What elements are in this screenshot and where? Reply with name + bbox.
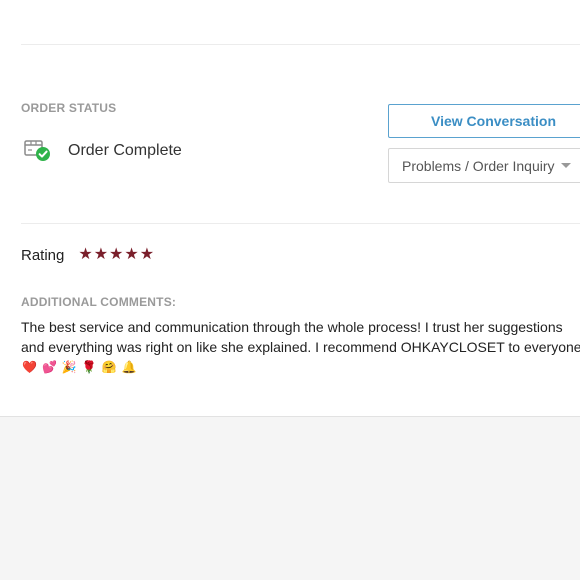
rating-row: Rating ★ ★ ★ ★ ★	[21, 245, 154, 265]
emoji-icon: 🎉	[61, 360, 77, 374]
emoji-icon: 🔔	[121, 360, 137, 374]
emoji-icon: ❤️	[22, 360, 37, 374]
star-icon: ★	[139, 246, 155, 263]
package-check-icon	[23, 138, 53, 164]
top-divider	[21, 44, 580, 45]
order-inquiry-select-value: Problems / Order Inquiry	[402, 157, 555, 174]
rating-label: Rating	[21, 246, 65, 264]
order-inquiry-select[interactable]: Problems / Order Inquiry	[388, 148, 580, 183]
star-icon: ★	[109, 246, 124, 263]
star-icon: ★	[78, 246, 93, 263]
order-status-value: Order Complete	[68, 142, 182, 159]
additional-comments-label: ADDITIONAL COMMENTS:	[21, 295, 177, 309]
order-status-label: ORDER STATUS	[21, 101, 117, 115]
order-status-row: Order Complete	[23, 138, 182, 164]
emoji-icon: 🤗	[101, 360, 117, 374]
comment-line-1: The best service and communication throu…	[21, 319, 563, 335]
rating-stars: ★ ★ ★ ★ ★	[78, 247, 154, 263]
emoji-icon: 🌹	[81, 360, 97, 374]
comment-text: The best service and communication throu…	[21, 317, 580, 357]
emoji-icon: 💕	[41, 360, 57, 374]
order-details-card: ORDER STATUS Order Complete View Convers…	[0, 0, 580, 417]
comment-line-2: and everything was right on like she exp…	[21, 339, 580, 355]
chevron-down-icon	[560, 163, 571, 168]
section-divider	[21, 223, 580, 224]
comment-emoji-row: ❤️ 💕 🎉 🌹 🤗 🔔	[22, 359, 137, 375]
star-icon: ★	[93, 246, 109, 263]
view-conversation-button[interactable]: View Conversation	[388, 104, 580, 138]
star-icon: ★	[124, 246, 139, 263]
